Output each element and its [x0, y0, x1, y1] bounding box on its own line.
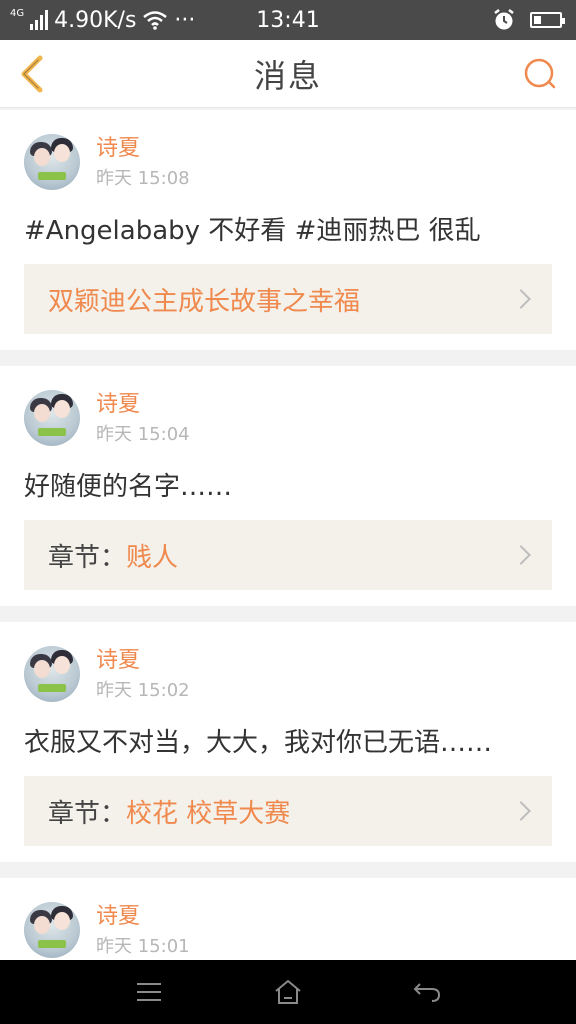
- avatar[interactable]: [24, 390, 80, 446]
- chevron-right-icon: [511, 545, 531, 565]
- search-icon: [524, 58, 556, 89]
- menu-icon: [137, 983, 162, 1001]
- link-title: 贱人: [126, 542, 179, 573]
- battery-icon: [530, 12, 565, 28]
- post-time: 昨天 15:08: [96, 168, 190, 189]
- comment-text: #Angelababy 不好看 #迪丽热巴 很乱: [24, 216, 481, 246]
- menu-button[interactable]: [129, 972, 169, 1012]
- chevron-left-icon: [21, 55, 43, 93]
- avatar[interactable]: [24, 646, 80, 702]
- back-button[interactable]: [12, 52, 52, 96]
- post-time: 昨天 15:01: [96, 936, 190, 957]
- alarm-icon: [494, 9, 514, 30]
- chapter-link[interactable]: 章节： 校花 校草大赛: [24, 776, 552, 846]
- home-icon: [275, 979, 301, 1004]
- message-card[interactable]: 诗夏 昨天 15:04 好随便的名字…… 章节： 贱人: [0, 366, 576, 606]
- comment-text: 衣服又不对当，大大，我对你已无语……: [24, 728, 493, 758]
- post-time: 昨天 15:04: [96, 424, 190, 445]
- search-button[interactable]: [520, 54, 560, 94]
- chapter-link[interactable]: 章节： 贱人: [24, 520, 552, 590]
- wifi-icon: [143, 11, 168, 30]
- header: 消息: [0, 40, 576, 108]
- story-link[interactable]: 双颖迪公主成长故事之幸福: [24, 264, 552, 334]
- link-prefix: 章节：: [48, 798, 127, 829]
- avatar[interactable]: [24, 134, 80, 190]
- more-indicator: ···: [174, 7, 196, 33]
- user-name[interactable]: 诗夏: [96, 646, 190, 676]
- comment-text: 好随便的名字……: [24, 472, 233, 502]
- user-name[interactable]: 诗夏: [96, 902, 190, 932]
- back-icon: [413, 983, 440, 1002]
- system-nav-bar: [0, 960, 576, 1024]
- status-bar: 4G 4.90K/s ··· 13:41: [0, 0, 576, 40]
- signal-icon: [30, 10, 49, 30]
- chevron-right-icon: [511, 801, 531, 821]
- link-prefix: 章节：: [48, 542, 127, 573]
- link-title: 校花 校草大赛: [126, 798, 291, 829]
- message-card[interactable]: 诗夏 昨天 15:02 衣服又不对当，大大，我对你已无语…… 章节： 校花 校草…: [0, 622, 576, 862]
- chevron-right-icon: [511, 289, 531, 309]
- network-speed: 4.90K/s: [54, 7, 137, 33]
- back-nav-button[interactable]: [407, 972, 447, 1012]
- message-card[interactable]: 诗夏 昨天 15:08 #Angelababy 不好看 #迪丽热巴 很乱 双颖迪…: [0, 110, 576, 350]
- link-title: 双颖迪公主成长故事之幸福: [48, 286, 361, 317]
- home-button[interactable]: [268, 972, 308, 1012]
- post-time: 昨天 15:02: [96, 680, 190, 701]
- message-list[interactable]: 诗夏 昨天 15:08 #Angelababy 不好看 #迪丽热巴 很乱 双颖迪…: [0, 110, 576, 960]
- message-card[interactable]: 诗夏 昨天 15:01: [0, 878, 576, 960]
- network-type: 4G: [10, 8, 25, 19]
- user-name[interactable]: 诗夏: [96, 390, 190, 420]
- user-name[interactable]: 诗夏: [96, 134, 190, 164]
- page-title: 消息: [253, 56, 322, 95]
- avatar[interactable]: [24, 902, 80, 958]
